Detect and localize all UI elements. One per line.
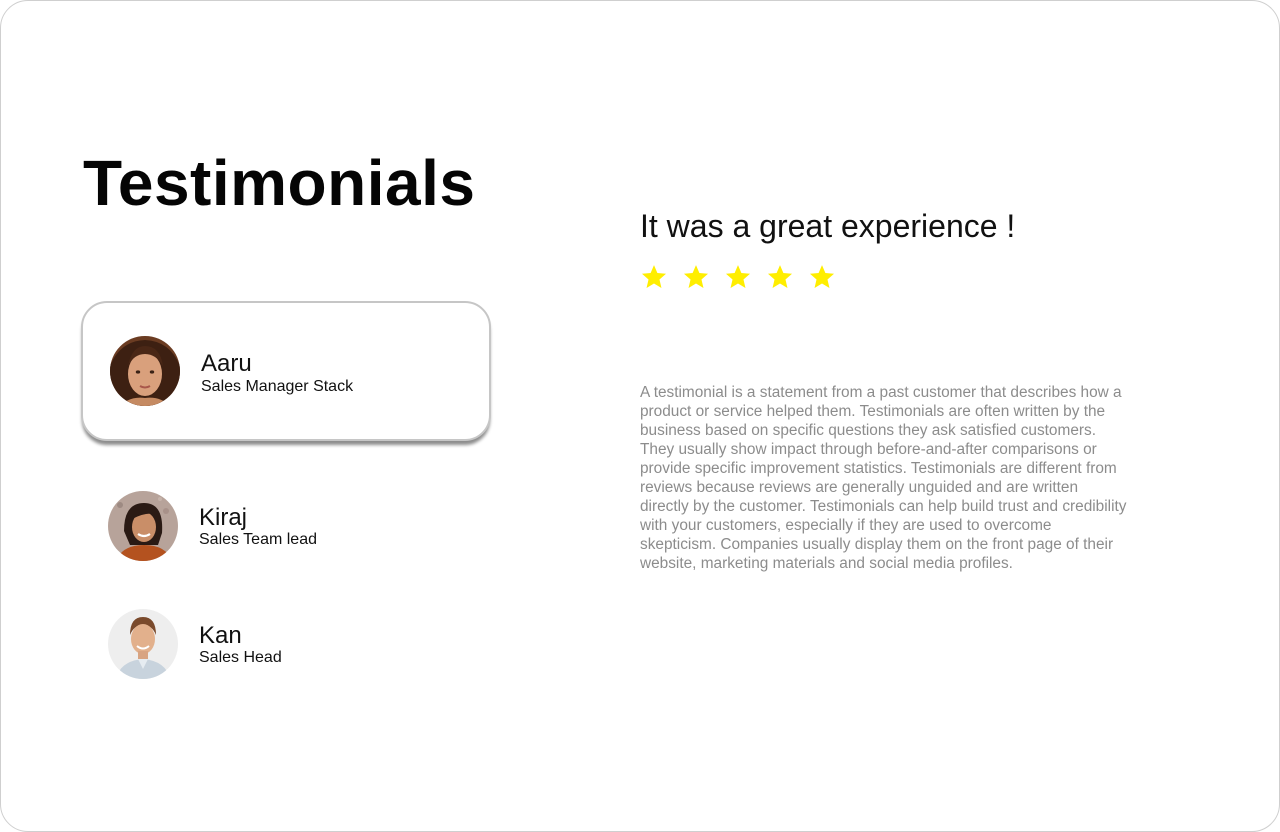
person-name: Kiraj — [199, 504, 248, 531]
testimonial-person-aaru[interactable]: Aaru Sales Manager Stack — [81, 301, 491, 441]
person-name: Kan — [199, 622, 242, 649]
avatar — [108, 609, 178, 679]
avatar — [108, 491, 178, 561]
star-rating — [640, 263, 850, 293]
star-icon — [809, 265, 835, 288]
testimonial-person-kan[interactable]: Kan Sales Head — [81, 575, 491, 715]
person-role: Sales Team lead — [199, 531, 317, 548]
person-name: Aaru — [201, 350, 252, 377]
testimonial-body: A testimonial is a statement from a past… — [640, 384, 1127, 572]
testimonial-headline: It was a great experience ! — [640, 208, 1016, 244]
star-icon — [641, 265, 667, 288]
person-role: Sales Head — [199, 649, 282, 666]
testimonials-card: Testimonials Aaru Sales Manager Stack Ki… — [0, 0, 1280, 832]
avatar — [110, 336, 180, 406]
star-icon — [725, 265, 751, 288]
page-title: Testimonials — [83, 147, 476, 219]
star-icon — [767, 265, 793, 288]
star-icon — [683, 265, 709, 288]
person-role: Sales Manager Stack — [201, 378, 354, 395]
